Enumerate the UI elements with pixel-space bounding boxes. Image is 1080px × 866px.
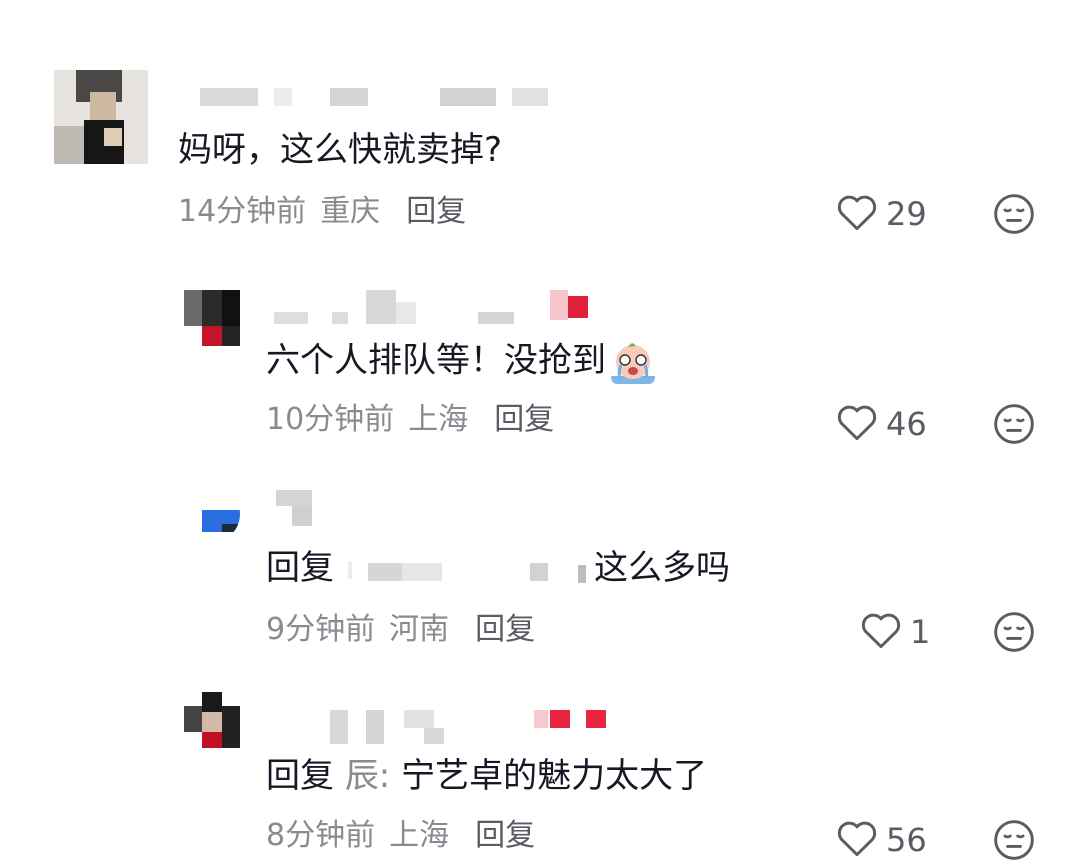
reply-button[interactable]: 回复 — [475, 612, 535, 647]
like-button[interactable]: 29 — [836, 192, 927, 236]
comment-meta: 8分钟前 上海 回复 — [266, 816, 535, 856]
like-count: 56 — [886, 821, 927, 859]
neutral-face-icon — [992, 194, 1036, 240]
comment-text: 回复 这么多吗 — [266, 548, 730, 588]
comment-item: 妈呀，这么快就卖掉? 14分钟前 重庆 回复 29 — [0, 0, 1080, 260]
comment-time: 9分钟前 — [266, 612, 376, 647]
reply-comment-item: 回复 这么多吗 9分钟前 河南 回复 1 — [0, 470, 1080, 680]
heart-outline-icon — [836, 192, 878, 236]
crying-face-emoji-icon — [608, 338, 658, 386]
like-count: 46 — [886, 405, 927, 443]
comment-meta: 9分钟前 河南 回复 — [266, 610, 535, 650]
comment-time: 14分钟前 — [178, 194, 307, 229]
comment-location: 河南 — [389, 612, 450, 647]
dislike-button[interactable] — [992, 192, 1036, 236]
like-count: 29 — [886, 195, 927, 233]
heart-outline-icon — [836, 402, 878, 446]
neutral-face-icon — [992, 820, 1036, 866]
like-count: 1 — [910, 613, 931, 651]
like-button[interactable]: 1 — [860, 610, 930, 654]
comment-text: 妈呀，这么快就卖掉? — [178, 130, 503, 170]
username-redacted[interactable] — [270, 490, 350, 526]
reply-button[interactable]: 回复 — [494, 402, 554, 437]
comment-text: 回复 辰: 宁艺卓的魅力太大了 — [266, 756, 708, 796]
comment-time: 10分钟前 — [266, 402, 395, 437]
comment-meta: 10分钟前 上海 回复 — [266, 400, 554, 440]
reply-button[interactable]: 回复 — [406, 194, 466, 229]
neutral-face-icon — [992, 612, 1036, 658]
dislike-button[interactable] — [992, 818, 1036, 862]
reply-comment-item: 回复 辰: 宁艺卓的魅力太大了 8分钟前 上海 回复 56 — [0, 680, 1080, 860]
avatar[interactable] — [184, 290, 240, 346]
mention-redacted[interactable] — [334, 553, 594, 587]
dislike-button[interactable] — [992, 610, 1036, 654]
like-button[interactable]: 56 — [836, 818, 927, 862]
comment-meta: 14分钟前 重庆 回复 — [178, 192, 466, 232]
heart-outline-icon — [860, 610, 902, 654]
avatar[interactable] — [184, 486, 240, 542]
reply-button[interactable]: 回复 — [475, 818, 535, 853]
mention-link[interactable]: 辰: — [345, 756, 390, 796]
neutral-face-icon — [992, 404, 1036, 450]
comment-location: 上海 — [408, 402, 469, 437]
heart-outline-icon — [836, 818, 878, 862]
like-button[interactable]: 46 — [836, 402, 927, 446]
reply-comment-item: 六个人排队等！没抢到 10分钟前 上海 回复 46 — [0, 260, 1080, 470]
dislike-button[interactable] — [992, 402, 1036, 446]
username-redacted[interactable] — [270, 700, 630, 744]
avatar[interactable] — [54, 70, 148, 164]
comment-location: 上海 — [389, 818, 450, 853]
avatar[interactable] — [184, 692, 240, 748]
username-redacted[interactable] — [270, 290, 630, 324]
comment-text: 六个人排队等！没抢到 — [266, 338, 658, 386]
comment-time: 8分钟前 — [266, 818, 376, 853]
comment-location: 重庆 — [320, 194, 381, 229]
username-redacted[interactable] — [200, 88, 560, 112]
